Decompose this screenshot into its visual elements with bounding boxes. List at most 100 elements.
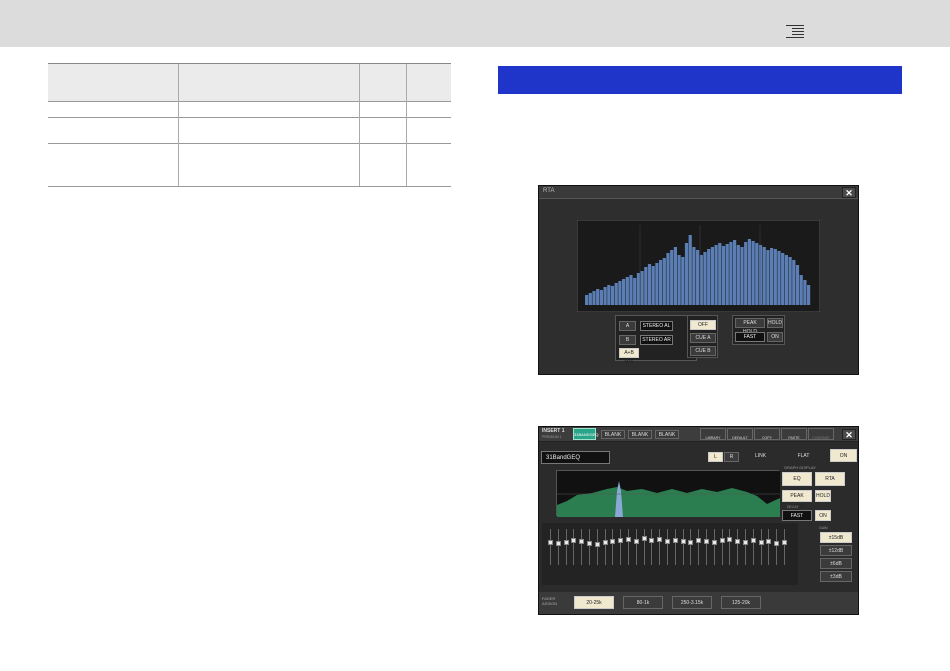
fader-handle[interactable] (774, 541, 780, 546)
fader-track (721, 529, 723, 565)
graph-rta-button[interactable]: RTA (815, 472, 845, 486)
fader-handle[interactable] (626, 537, 631, 542)
fader-handle[interactable] (665, 539, 670, 544)
fader-handle[interactable] (610, 539, 616, 544)
fader-handle[interactable] (672, 538, 678, 543)
bank-20-25k-button[interactable]: 20-25k (574, 596, 614, 609)
fader-handle[interactable] (766, 539, 772, 544)
paste-button[interactable]: PASTE (781, 428, 807, 440)
spectrum-bar (618, 281, 622, 305)
fader-handle[interactable] (688, 540, 694, 545)
decay-select[interactable]: FAST (735, 332, 765, 342)
fader-handle[interactable] (680, 539, 686, 544)
tab-blank-1[interactable]: BLANK (601, 430, 625, 439)
fader-handle[interactable] (633, 539, 639, 544)
fader-handle[interactable] (696, 538, 702, 543)
fader-handle[interactable] (548, 540, 553, 545)
fader-handle[interactable] (704, 539, 709, 544)
bank-250-3k-button[interactable]: 250-3.15k (672, 596, 712, 609)
close-button[interactable]: ✕ (842, 187, 856, 198)
range-15db-button[interactable]: ±15dB (820, 532, 852, 543)
fader-handle[interactable] (711, 540, 717, 545)
spectrum-bar (625, 277, 629, 305)
source-b-button[interactable]: B (619, 335, 636, 345)
fader-handle[interactable] (571, 538, 577, 543)
fader-handle[interactable] (641, 536, 647, 541)
range-3db-button[interactable]: ±3dB (820, 571, 852, 582)
cue-a-button[interactable]: CUE A (690, 333, 716, 343)
spectrum-bar (607, 285, 611, 305)
rta-titlebar: RTA ✕ (539, 186, 858, 199)
fader-handle[interactable] (782, 540, 787, 545)
table-cell (177, 143, 359, 187)
stereo-al-button[interactable]: STEREO AL (640, 321, 673, 331)
fader-handle[interactable] (618, 538, 624, 543)
channel-l-button[interactable]: L (708, 452, 723, 462)
hold-button[interactable]: HOLD (815, 490, 831, 502)
close-button[interactable]: ✕ (842, 429, 856, 440)
fader-handle[interactable] (719, 538, 725, 543)
fader-track (682, 529, 684, 565)
fader-handle[interactable] (657, 537, 663, 542)
fader-track (589, 529, 590, 565)
section-banner (498, 66, 902, 94)
range-12db-button[interactable]: ±12dB (820, 545, 852, 556)
decay-on-button[interactable]: ON (767, 332, 783, 342)
stereo-ar-button[interactable]: STEREO AR (640, 335, 673, 345)
library-button[interactable]: LIBRARY (700, 428, 726, 440)
graph-eq-button[interactable]: EQ (782, 472, 812, 486)
range-6db-button[interactable]: ±6dB (820, 558, 852, 569)
cue-b-button[interactable]: CUE B (690, 346, 716, 356)
spectrum-bar (729, 242, 733, 305)
fader-handle[interactable] (727, 537, 733, 542)
fader-handle[interactable] (555, 541, 561, 546)
fader-track (737, 529, 739, 565)
bank-125-20k-button[interactable]: 125-20k (721, 596, 761, 609)
menu-lines-icon[interactable] (786, 25, 804, 39)
fader-track (635, 529, 637, 565)
default-button[interactable]: DEFAULT (727, 428, 753, 440)
geq-graph (556, 470, 780, 517)
ab-mix-button[interactable]: A+B MIX (619, 348, 639, 365)
decay-select[interactable]: FAST (782, 510, 812, 521)
fader-track (760, 529, 762, 565)
fader-handle[interactable] (594, 542, 600, 547)
table-cell (177, 117, 359, 144)
fader-track (581, 529, 583, 565)
table-cell (48, 101, 178, 118)
flat-button[interactable]: FLAT (790, 452, 817, 462)
tab-blank-3[interactable]: BLANK (655, 430, 679, 439)
fader-handle[interactable] (735, 539, 741, 544)
fader-handle[interactable] (743, 540, 748, 545)
fader-handle[interactable] (563, 540, 569, 545)
geq-on-button[interactable]: ON (830, 449, 857, 462)
fader-handle[interactable] (750, 538, 756, 543)
fader-handle[interactable] (602, 540, 608, 545)
spectrum-bar (696, 250, 700, 305)
fader-handle[interactable] (579, 539, 585, 544)
hold-button[interactable]: HOLD (767, 318, 783, 328)
geq-window: INSERT 1 PREMIUM 1 31BANDGEQ BLANK BLANK… (538, 426, 859, 615)
copy-button[interactable]: COPY (754, 428, 780, 440)
cue-off-button[interactable]: OFF (690, 320, 716, 330)
fader-handle[interactable] (587, 541, 592, 546)
link-button[interactable]: LINK (747, 452, 774, 462)
channel-r-button[interactable]: R (724, 452, 739, 462)
tab-31bandgeq[interactable]: 31BANDGEQ (573, 428, 598, 440)
source-a-button[interactable]: A (619, 321, 636, 331)
bank-80-1k-button[interactable]: 80-1k (623, 596, 663, 609)
spectrum-bar (803, 280, 807, 305)
peak-hold-button[interactable]: PEAK HOLD (735, 318, 765, 335)
spectrum-bar (666, 253, 670, 305)
spectrum-bar (751, 241, 755, 305)
fader-handle[interactable] (758, 540, 764, 545)
graph-display-label: GRAPH DISPLAY (784, 465, 816, 470)
table-row (48, 117, 451, 144)
rta-window: RTA ✕ A STEREO AL B STEREO AR A+B MIX OF… (538, 185, 859, 375)
table-cell (48, 143, 178, 187)
peak-hold-button[interactable]: PEAK HOLD (782, 490, 812, 510)
compare-button[interactable]: COMPARE (808, 428, 834, 440)
fader-handle[interactable] (649, 538, 655, 543)
decay-on-button[interactable]: ON (815, 510, 831, 521)
tab-blank-2[interactable]: BLANK (628, 430, 652, 439)
